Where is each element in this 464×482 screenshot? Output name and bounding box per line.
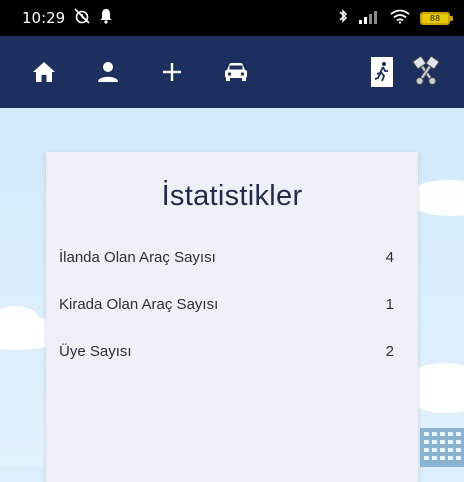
stat-row: Üye Sayısı 2 — [59, 343, 394, 360]
pistons-icon[interactable] — [407, 36, 445, 108]
battery-level: 88 — [429, 13, 441, 23]
car-icon[interactable] — [219, 36, 253, 108]
signal-icon — [358, 9, 380, 28]
bluetooth-icon — [338, 8, 348, 28]
stat-label: Kirada Olan Araç Sayısı — [59, 296, 219, 313]
stat-value: 1 — [385, 296, 394, 313]
plus-icon[interactable] — [157, 36, 187, 108]
person-icon[interactable] — [93, 36, 123, 108]
stat-value: 4 — [385, 249, 394, 266]
exit-icon[interactable] — [369, 36, 395, 108]
stat-label: İlanda Olan Araç Sayısı — [59, 249, 216, 266]
stat-value: 2 — [385, 343, 394, 360]
stat-label: Üye Sayısı — [59, 343, 132, 360]
stat-row: İlanda Olan Araç Sayısı 4 — [59, 249, 394, 266]
bell-icon — [99, 8, 113, 28]
wifi-icon — [390, 9, 410, 28]
top-nav-bar — [0, 36, 464, 108]
battery-icon: 88 — [420, 11, 453, 25]
home-icon[interactable] — [28, 36, 60, 108]
status-bar: 10:29 88 — [0, 0, 464, 36]
statistics-card: İstatistikler İlanda Olan Araç Sayısı 4 … — [46, 152, 418, 482]
stat-row: Kirada Olan Araç Sayısı 1 — [59, 296, 394, 313]
status-time: 10:29 — [22, 9, 66, 27]
alarm-off-icon — [73, 8, 91, 28]
card-title: İstatistikler — [161, 180, 303, 212]
building-image — [420, 428, 464, 467]
